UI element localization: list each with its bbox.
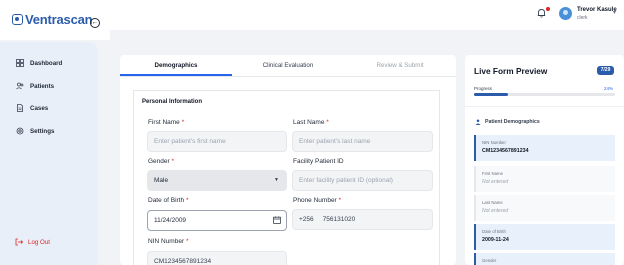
logo-text: Ventrascan xyxy=(25,12,93,27)
tab-review-submit[interactable]: Review & Submit xyxy=(344,55,456,76)
preview-item-first-name: First Name Not entered xyxy=(474,166,615,192)
dob-field[interactable]: 11/24/2009 xyxy=(147,210,287,231)
preview-item-label: Gender xyxy=(482,258,497,263)
phone-label: Phone Number * xyxy=(293,197,342,204)
user-name[interactable]: Trevor Kasule xyxy=(577,7,617,13)
logo-icon xyxy=(12,14,23,25)
chevron-down-icon[interactable]: ▾ xyxy=(613,9,616,16)
preview-item-label: NIN Number xyxy=(482,140,506,145)
tab-demographics[interactable]: Demographics xyxy=(120,55,232,76)
first-name-label: First Name * xyxy=(148,119,185,126)
gear-icon xyxy=(16,127,24,135)
dob-value: 11/24/2009 xyxy=(154,217,187,224)
dob-label: Date of Birth * xyxy=(148,197,189,204)
logout-button[interactable]: Log Out xyxy=(15,238,50,246)
user-icon xyxy=(475,119,481,125)
brand-area: Ventrascan ← xyxy=(0,0,110,40)
calendar-icon[interactable] xyxy=(273,216,281,224)
gender-value: Male xyxy=(154,177,169,184)
users-icon xyxy=(16,82,24,90)
sidebar-item-patients[interactable]: Patients xyxy=(16,82,54,90)
progress-badge: 7/29 xyxy=(597,66,614,75)
preview-item-value: 2009-11-24 xyxy=(482,237,509,243)
preview-item-label: First Name xyxy=(482,171,504,176)
last-name-field[interactable]: Enter patient's last name xyxy=(292,131,433,152)
section-title: Personal Information xyxy=(142,99,203,105)
preview-section-label: Patient Demographics xyxy=(485,119,540,125)
progress-label: Progress xyxy=(474,86,493,91)
notification-badge xyxy=(546,7,550,11)
preview-item-value: CM1234567891234 xyxy=(482,148,529,154)
logo[interactable]: Ventrascan xyxy=(12,12,93,27)
progress-percent: 24% xyxy=(604,86,614,91)
notification-bell-icon[interactable] xyxy=(537,8,546,18)
preview-item-nin: NIN Number CM1234567891234 xyxy=(474,135,615,161)
avatar[interactable] xyxy=(559,7,572,20)
file-icon xyxy=(17,104,23,112)
preview-divider xyxy=(465,106,624,107)
first-name-field[interactable]: Enter patient's first name xyxy=(147,131,287,152)
phone-field[interactable]: +256 756131020 xyxy=(292,209,433,230)
progress-bar xyxy=(474,93,615,96)
sidebar-item-cases[interactable]: Cases xyxy=(16,104,48,112)
preview-item-dob: Date of Birth 2009-11-24 xyxy=(474,224,615,250)
sidebar-item-label: Patients xyxy=(30,82,55,90)
nin-label: NIN Number * xyxy=(148,238,189,245)
sidebar-item-settings[interactable]: Settings xyxy=(16,127,54,135)
preview-item-value: Not entered xyxy=(482,179,509,185)
phone-country-code: +256 xyxy=(299,216,314,223)
sidebar-item-label: Cases xyxy=(30,104,49,112)
preview-title: Live Form Preview xyxy=(474,66,548,76)
top-bar xyxy=(110,0,624,30)
last-name-label: Last Name * xyxy=(293,119,329,126)
gender-select[interactable]: Male ▼ xyxy=(147,170,287,191)
nin-field[interactable]: CM1234567891234 xyxy=(147,251,287,265)
facility-id-field[interactable]: Enter facility patient ID (optional) xyxy=(292,170,433,191)
progress-bar-fill xyxy=(474,93,508,96)
sidebar-item-label: Dashboard xyxy=(30,59,63,67)
sidebar-item-dashboard[interactable]: Dashboard xyxy=(16,59,62,67)
preview-item-label: Last Name xyxy=(482,200,503,205)
logout-icon xyxy=(15,238,23,246)
logout-label: Log Out xyxy=(28,238,51,246)
tab-clinical-evaluation[interactable]: Clinical Evaluation xyxy=(232,55,344,76)
sidebar-item-label: Settings xyxy=(30,127,55,135)
chevron-down-icon: ▼ xyxy=(274,177,279,183)
grid-icon xyxy=(16,59,24,67)
sidebar: Dashboard Patients Cases Settings xyxy=(0,42,98,265)
collapse-sidebar-icon[interactable]: ← xyxy=(90,18,100,28)
preview-item-last-name: Last Name Not entered xyxy=(474,195,615,221)
preview-section-header: Patient Demographics xyxy=(475,119,540,125)
phone-value: 756131020 xyxy=(322,216,356,223)
preview-item-label: Date of Birth xyxy=(482,229,506,234)
preview-item-value: Not entered xyxy=(482,208,509,214)
preview-item-gender: Gender xyxy=(474,253,615,265)
facility-id-label: Facility Patient ID xyxy=(293,158,344,165)
user-role: clerk xyxy=(577,15,588,21)
tab-divider xyxy=(120,76,456,77)
gender-label: Gender * xyxy=(148,158,175,165)
